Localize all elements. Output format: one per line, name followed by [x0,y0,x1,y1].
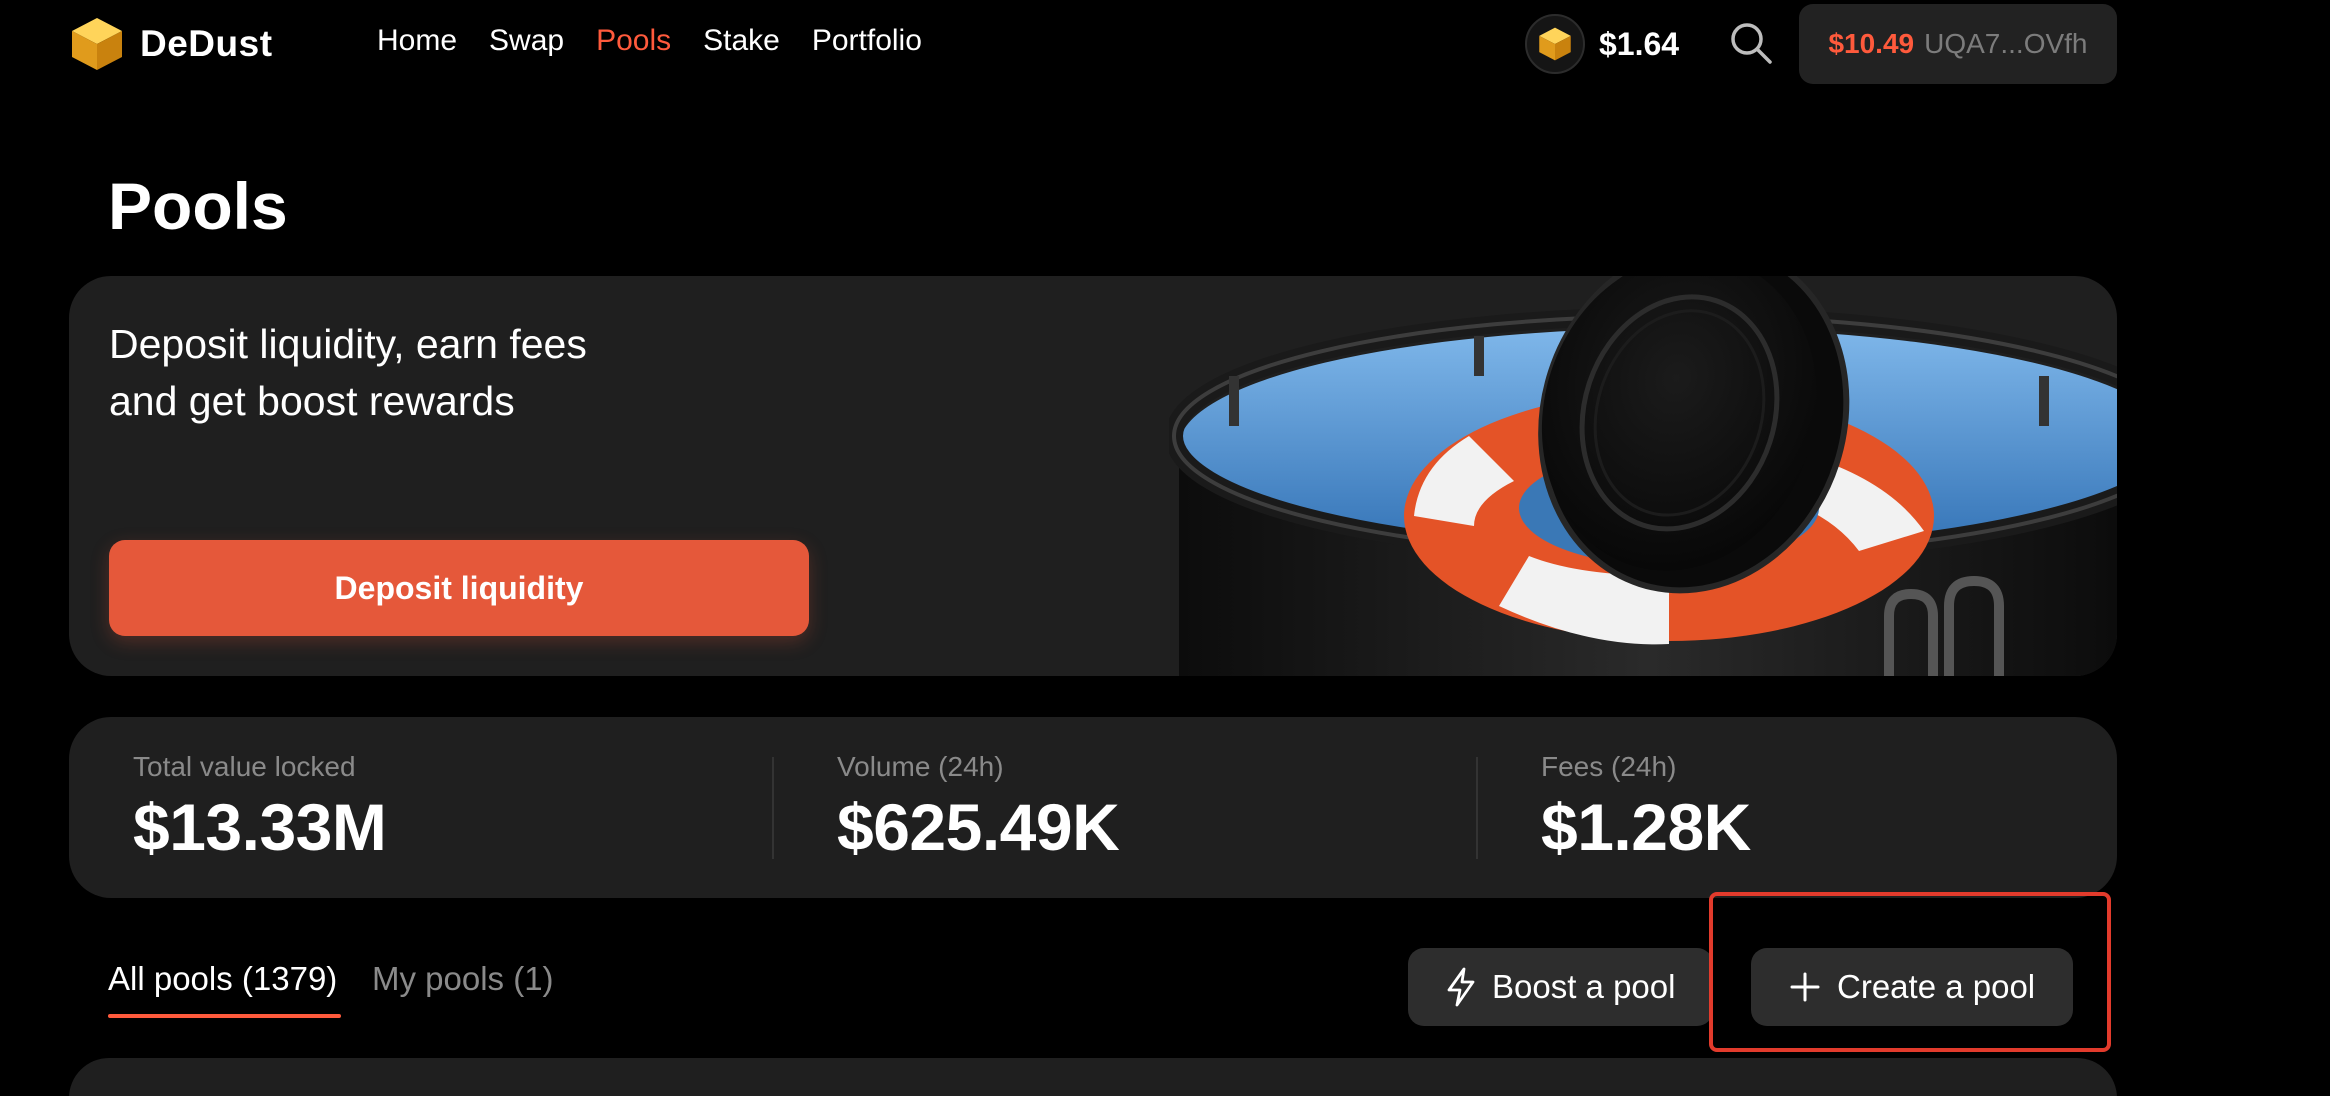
token-price[interactable]: $1.64 [1525,14,1679,74]
deposit-liquidity-button[interactable]: Deposit liquidity [109,540,809,636]
divider [772,757,774,859]
tab-my-pools[interactable]: My pools (1) [372,960,554,998]
wallet-button[interactable]: $10.49 UQA7...OVfh [1799,4,2117,84]
wallet-address: UQA7...OVfh [1924,28,2088,59]
hero-headline-line1: Deposit liquidity, earn fees [109,321,587,367]
hero-headline: Deposit liquidity, earn fees and get boo… [109,316,729,430]
nav-link-swap[interactable]: Swap [489,24,564,58]
nav-link-portfolio[interactable]: Portfolio [812,24,922,58]
app: DeDust Home Swap Pools Stake Portfolio $… [0,0,2330,1096]
stat-value: $13.33M [133,790,387,864]
tab-all-pools[interactable]: All pools (1379) [108,960,337,998]
pool-illustration [1169,276,2117,676]
stat-tvl: Total value locked $13.33M [133,751,387,865]
cube-icon [1539,27,1571,61]
cube-icon [72,18,122,70]
nav-link-stake[interactable]: Stake [703,24,780,58]
pools-list-card [69,1058,2117,1096]
boost-pool-button[interactable]: Boost a pool [1408,948,1714,1026]
highlight-box [1709,892,2111,1052]
stat-label: Fees (24h) [1541,751,1677,782]
nav-link-pools[interactable]: Pools [596,24,671,58]
search-icon[interactable] [1728,20,1774,66]
stat-fees: Fees (24h) $1.28K [1541,751,1751,865]
logo[interactable]: DeDust [70,16,273,72]
divider [1476,757,1478,859]
boost-pool-label: Boost a pool [1492,968,1676,1005]
stat-value: $1.28K [1541,790,1751,864]
wallet-balance: $10.49 [1828,28,1915,59]
stats-panel: Total value locked $13.33M Volume (24h) … [69,717,2117,898]
nav-link-home[interactable]: Home [377,24,457,58]
nav-links: Home Swap Pools Stake Portfolio [377,24,922,58]
lightning-icon [1447,967,1475,1007]
active-tab-indicator [108,1014,341,1018]
stat-label: Total value locked [133,751,356,782]
token-icon [1525,14,1585,74]
stat-value: $625.49K [837,790,1120,864]
logo-text: DeDust [140,23,273,64]
stat-label: Volume (24h) [837,751,1004,782]
hero-headline-line2: and get boost rewards [109,378,515,424]
stat-volume: Volume (24h) $625.49K [837,751,1120,865]
token-price-value: $1.64 [1599,25,1680,62]
page-title: Pools [108,169,288,243]
top-navbar: DeDust Home Swap Pools Stake Portfolio $… [0,0,2330,90]
hero-banner: Deposit liquidity, earn fees and get boo… [69,276,2117,676]
